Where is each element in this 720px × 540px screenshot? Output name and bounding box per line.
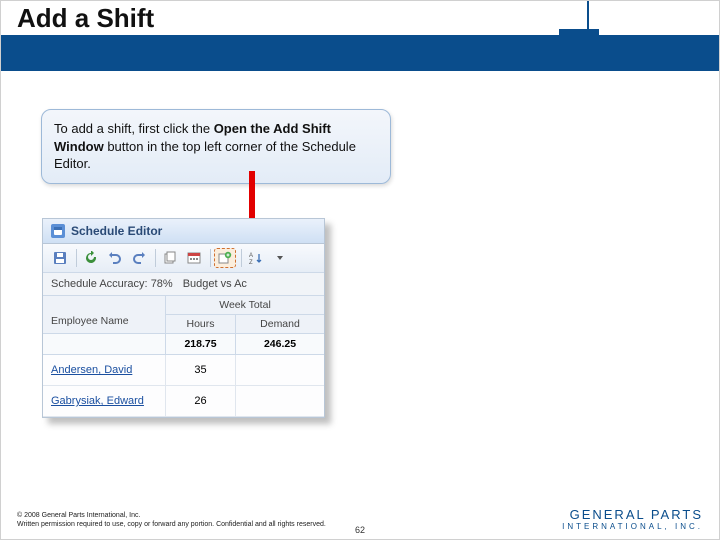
totals-hours: 218.75	[166, 334, 236, 354]
svg-text:Z: Z	[249, 260, 253, 265]
col-week-total: Week Total	[166, 296, 324, 315]
title-divider	[587, 1, 589, 71]
accuracy-label: Schedule Accuracy:	[51, 278, 148, 290]
instruction-callout: To add a shift, first click the Open the…	[41, 109, 391, 184]
col-employee: Employee Name	[43, 296, 166, 333]
title-accent	[559, 29, 599, 35]
toolbar-dropdown[interactable]	[269, 248, 291, 268]
undo-button[interactable]	[104, 248, 126, 268]
col-demand: Demand	[236, 315, 324, 333]
grid-header: Employee Name Week Total Hours Demand	[43, 296, 324, 334]
schedule-editor-title: Schedule Editor	[71, 224, 162, 238]
add-shift-button[interactable]	[214, 248, 236, 268]
table-row: Andersen, David 35	[43, 355, 324, 386]
employee-hours: 35	[166, 355, 236, 385]
status-row: Schedule Accuracy: 78% Budget vs Ac	[43, 273, 324, 296]
employee-hours: 26	[166, 386, 236, 416]
pages-button[interactable]	[159, 248, 181, 268]
schedule-editor-icon	[51, 224, 65, 238]
accuracy-value: 78%	[151, 278, 173, 290]
page-title: Add a Shift	[17, 3, 154, 34]
schedule-editor-titlebar: Schedule Editor	[43, 219, 324, 244]
footer-copyright: © 2008 General Parts International, Inc.	[17, 511, 326, 520]
page-number: 62	[355, 525, 365, 535]
redo-button[interactable]	[128, 248, 150, 268]
col-hours: Hours	[166, 315, 236, 333]
title-bar	[1, 35, 719, 71]
brand-name: GENERAL PARTS	[562, 507, 703, 522]
refresh-button[interactable]	[80, 248, 102, 268]
calendar-button[interactable]	[183, 248, 205, 268]
totals-row: 218.75 246.25	[43, 334, 324, 355]
sort-button[interactable]: AZ	[245, 248, 267, 268]
totals-demand: 246.25	[236, 334, 324, 354]
footer-confidential: Written permission required to use, copy…	[17, 520, 326, 529]
schedule-editor-window: Schedule Editor	[42, 218, 325, 418]
svg-text:A: A	[249, 253, 253, 259]
callout-text-pre: To add a shift, first click the	[54, 121, 214, 136]
brand-sub: INTERNATIONAL, INC.	[562, 522, 703, 531]
employee-link[interactable]: Andersen, David	[43, 355, 166, 385]
footer-copyright-block: © 2008 General Parts International, Inc.…	[17, 511, 326, 529]
toolbar: AZ	[43, 244, 324, 273]
employee-link[interactable]: Gabrysiak, Edward	[43, 386, 166, 416]
footer-logo: GENERAL PARTS INTERNATIONAL, INC.	[562, 507, 703, 531]
table-row: Gabrysiak, Edward 26	[43, 386, 324, 417]
save-button[interactable]	[49, 248, 71, 268]
budget-label: Budget vs Ac	[183, 278, 247, 290]
